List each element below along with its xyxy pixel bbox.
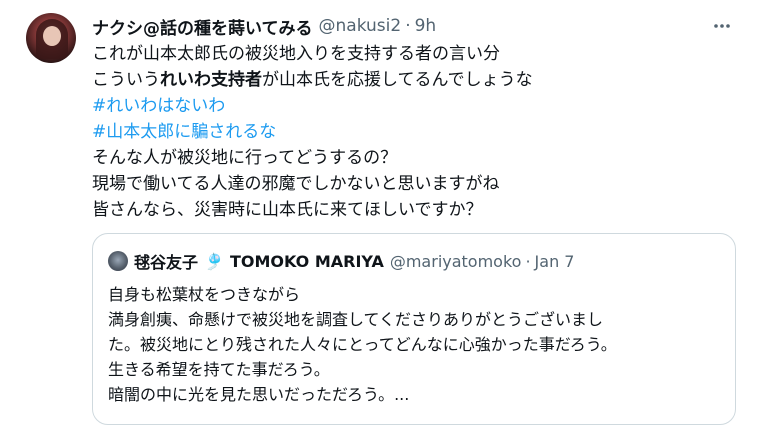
tweet-line-6: 現場で働いてる人達の邪魔でしかないと思いますがね: [92, 174, 500, 194]
quoted-tweet[interactable]: 毬谷友子 🎐 TOMOKO MARIYA @mariyatomoko · Jan…: [92, 233, 736, 425]
quoted-tweet-header: 毬谷友子 🎐 TOMOKO MARIYA @mariyatomoko · Jan…: [108, 250, 574, 272]
quoted-tweet-date: Jan 7: [534, 251, 575, 271]
tweet-line-2: こういうれいわ支持者が山本氏を応援してるんでしょうな: [92, 67, 732, 93]
hashtag-link-2[interactable]: #山本太郎に騙されるな: [92, 119, 732, 145]
tweet-line-2-prefix: こういう: [92, 70, 160, 90]
avatar-face: [43, 26, 61, 46]
quoted-author-name-latin: TOMOKO MARIYA: [229, 251, 384, 271]
quoted-author-avatar: [108, 251, 128, 271]
author-avatar[interactable]: [26, 13, 76, 63]
author-handle[interactable]: @nakusi2: [319, 16, 402, 36]
tweet-line-7: 皆さんなら、災害時に山本氏に来てほしいですか？: [92, 200, 483, 220]
quoted-author-handle: @mariyatomoko: [389, 251, 522, 271]
tweet-time[interactable]: 9h: [415, 16, 437, 36]
quoted-separator-dot: ·: [525, 251, 531, 271]
tweet[interactable]: ナクシ@話の種を蒔いてみる @nakusi2 · 9h これが山本太郎氏の被災地…: [0, 0, 758, 425]
quoted-line-2: 満身創痍、命懸けで被災地を調査してくださりありがとうございまし: [108, 310, 604, 329]
wind-chime-icon: 🎐: [204, 251, 224, 271]
hashtag-link-1[interactable]: #れいわはないわ: [92, 93, 732, 119]
more-horizontal-icon[interactable]: [710, 16, 734, 36]
quoted-line-4: 生きる希望を持てた事だろう。: [108, 360, 330, 379]
quoted-line-1: 自身も松葉杖をつきながら: [108, 285, 301, 304]
tweet-line-1: これが山本太郎氏の被災地入りを支持する者の言い分: [92, 44, 500, 64]
quoted-author-name: 毬谷友子: [134, 253, 199, 272]
tweet-line-2-suffix: が山本氏を応援してるんでしょうな: [262, 70, 533, 90]
tweet-line-5: そんな人が被災地に行ってどうするの？: [92, 148, 398, 168]
tweet-header: ナクシ@話の種を蒔いてみる @nakusi2 · 9h: [92, 14, 718, 39]
tweet-body: これが山本太郎氏の被災地入りを支持する者の言い分 こういうれいわ支持者が山本氏を…: [92, 41, 732, 223]
tweet-line-2-bold: れいわ支持者: [160, 70, 262, 90]
quoted-tweet-body: 自身も松葉杖をつきながら 満身創痍、命懸けで被災地を調査してくださりありがとうご…: [108, 282, 728, 407]
quoted-line-3: た。被災地にとり残された人々にとってどんなに心強かった事だろう。: [108, 335, 617, 354]
author-name[interactable]: ナクシ@話の種を蒔いてみる: [92, 14, 313, 39]
separator-dot: ·: [405, 16, 411, 36]
quoted-line-5: 暗闇の中に光を見た思いだっただろう。...: [108, 385, 410, 404]
